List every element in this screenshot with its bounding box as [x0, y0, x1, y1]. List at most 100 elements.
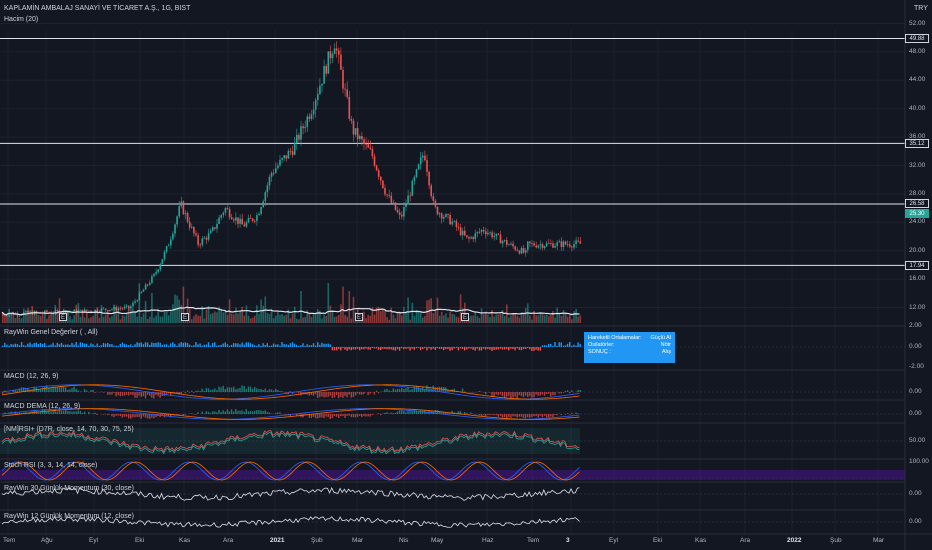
- raywin-bar: [62, 344, 65, 347]
- raywin-bar: [92, 344, 94, 347]
- raywin-bar: [6, 344, 8, 347]
- raywin-bar: [245, 342, 247, 347]
- candle-body: [203, 237, 206, 239]
- price-tick-label: 16.00: [909, 275, 926, 283]
- macd-histogram-bar: [510, 392, 512, 399]
- volume-bar: [508, 317, 510, 323]
- volume-bar: [46, 318, 48, 323]
- raywin-bar: [50, 344, 52, 347]
- volume-bar: [178, 299, 180, 323]
- volume-bar: [100, 305, 103, 323]
- volume-bar: [329, 305, 332, 323]
- time-tick-label: Ara: [740, 537, 751, 544]
- raywin-bar: [516, 347, 518, 349]
- macd-histogram-bar: [77, 390, 79, 392]
- volume-bar: [258, 314, 260, 323]
- time-tick-label: Kas: [695, 537, 707, 544]
- macd-histogram-bar: [569, 392, 571, 394]
- raywin-bar: [222, 343, 224, 347]
- macd-histogram-bar: [451, 410, 453, 414]
- raywin-bar: [524, 347, 527, 350]
- macd-histogram-bar: [216, 412, 218, 414]
- macd-histogram-bar: [86, 390, 88, 392]
- candle-body: [224, 208, 227, 213]
- candle-body: [386, 194, 388, 196]
- candle-body: [394, 202, 397, 211]
- indicator-tick-label: 100.00: [909, 458, 929, 465]
- volume-bar: [163, 311, 166, 323]
- raywin-bar: [98, 345, 100, 347]
- candle-body: [319, 85, 321, 95]
- raywin-bar: [207, 342, 210, 347]
- macd-histogram-bar: [354, 414, 357, 418]
- macd-histogram-bar: [79, 410, 82, 414]
- raywin-bar: [464, 347, 466, 351]
- volume-bar: [195, 314, 197, 323]
- macd-histogram-bar: [237, 410, 239, 414]
- macd-histogram-bar: [44, 386, 46, 392]
- raywin-bar: [157, 342, 159, 347]
- macd-histogram-bar: [493, 414, 495, 416]
- macd-histogram-bar: [325, 414, 327, 417]
- volume-bar: [380, 311, 382, 323]
- time-tick-label: Eyl: [89, 537, 99, 544]
- volume-bar: [344, 314, 346, 323]
- macd-histogram-bar: [575, 412, 577, 414]
- volume-bar: [571, 319, 573, 323]
- raywin-bar: [216, 345, 218, 347]
- raywin-bar: [266, 343, 268, 347]
- candle-body: [136, 300, 138, 302]
- macd-histogram-bar: [338, 392, 340, 399]
- volume-bar: [497, 314, 500, 323]
- candle-body: [191, 226, 193, 228]
- raywin-bar: [451, 347, 453, 351]
- volume-bar: [510, 315, 512, 323]
- raywin-bar: [233, 343, 235, 347]
- macd-histogram-bar: [132, 392, 134, 396]
- macd-histogram-bar: [401, 388, 403, 392]
- raywin-bar: [417, 347, 420, 349]
- candle-body: [550, 243, 552, 244]
- raywin-bar: [75, 342, 77, 347]
- candle-body: [474, 233, 477, 240]
- candle-body: [340, 54, 342, 70]
- macd-histogram-bar: [516, 414, 518, 418]
- candle-body: [529, 241, 531, 244]
- volume-bar: [472, 315, 474, 323]
- candle-body: [371, 149, 374, 157]
- candle-body: [451, 221, 453, 225]
- candle-body: [449, 214, 451, 225]
- candle-body: [342, 69, 344, 89]
- macd-histogram-bar: [220, 412, 222, 414]
- volume-bar: [79, 316, 82, 323]
- candle-body: [201, 238, 204, 245]
- raywin-bar: [321, 342, 323, 347]
- macd-histogram-bar: [201, 388, 203, 392]
- candle-body: [543, 246, 546, 248]
- macd-histogram-bar: [533, 414, 535, 417]
- candle-body: [489, 232, 491, 234]
- raywin-bar: [170, 343, 172, 347]
- candle-body: [325, 65, 327, 74]
- macd-histogram-bar: [319, 414, 321, 418]
- raywin-bar: [340, 347, 342, 351]
- chart-canvas[interactable]: [0, 0, 932, 550]
- candle-body: [300, 126, 302, 140]
- raywin-bar: [556, 345, 558, 347]
- candle-body: [310, 114, 313, 119]
- candle-body: [298, 134, 300, 140]
- raywin-bar: [182, 342, 184, 347]
- raywin-bar: [243, 344, 245, 347]
- macd-histogram-bar: [111, 392, 113, 395]
- volume-bar: [14, 318, 17, 323]
- raywin-bar: [413, 347, 415, 350]
- macd-histogram-bar: [482, 414, 485, 416]
- earnings-badge: E: [461, 313, 469, 321]
- candle-body: [537, 245, 540, 248]
- raywin-bar: [537, 347, 539, 351]
- raywin-bar: [241, 342, 243, 347]
- volume-bar: [71, 319, 73, 323]
- candle-body: [520, 248, 523, 254]
- candle-body: [432, 196, 435, 201]
- macd-histogram-bar: [138, 414, 140, 418]
